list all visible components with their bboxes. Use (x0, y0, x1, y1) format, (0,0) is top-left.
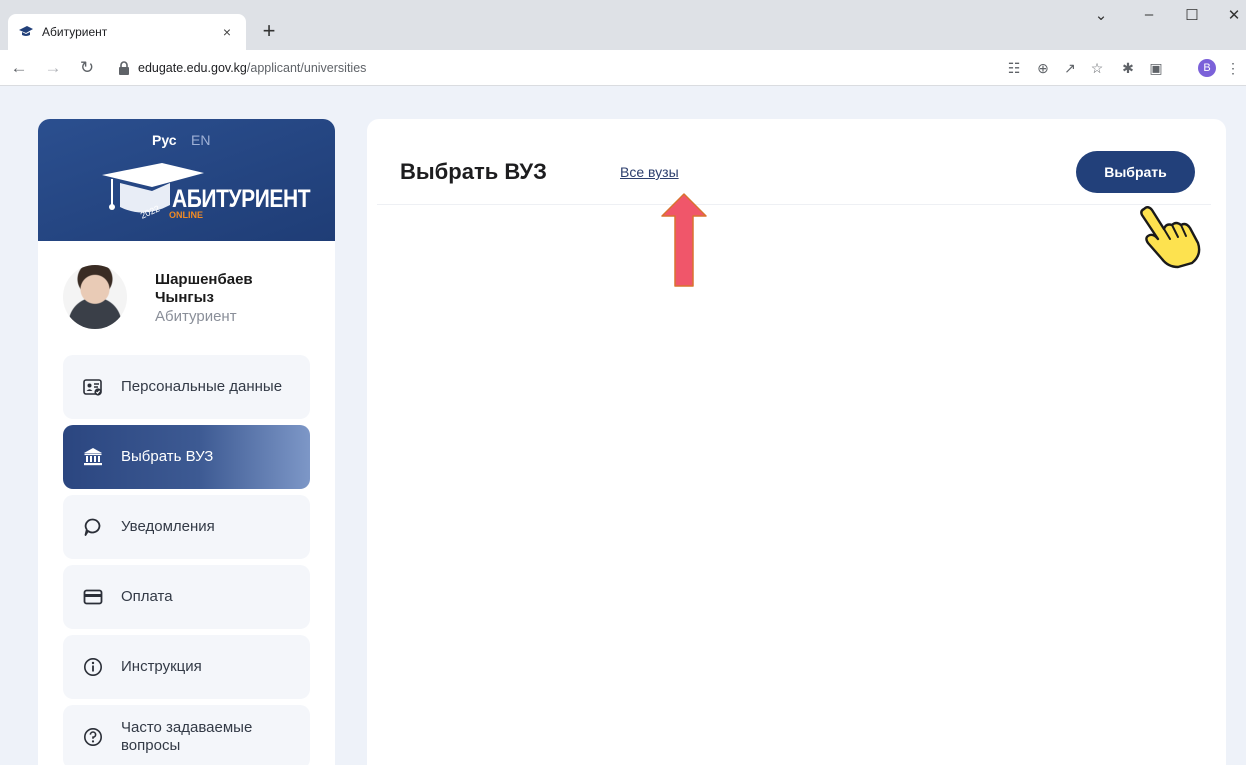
user-avatar (63, 265, 127, 329)
all-universities-link[interactable]: Все вузы (620, 164, 679, 180)
applicant-logo: АБИТУРИЕНТ ONLINE 2022 (100, 161, 311, 231)
graduation-cap-icon (18, 24, 34, 40)
sidebar-item-label: Часто задаваемые вопросы (121, 719, 253, 754)
hand-pointer-icon (1140, 206, 1201, 269)
tab-close-icon[interactable]: × (218, 24, 236, 40)
select-button[interactable]: Выбрать (1076, 151, 1195, 193)
sidebar-item-label: Инструкция (121, 658, 202, 675)
sidebar-item-notifications[interactable]: Уведомления (63, 495, 310, 559)
main-panel: Выбрать ВУЗ Все вузы Выбрать (367, 119, 1226, 765)
sidebar-body: Шаршенбаев Чынгыз Абитуриент Персональны… (38, 241, 335, 765)
share-icon[interactable]: ↗ (1061, 59, 1079, 77)
sidebar-item-label: Уведомления (121, 518, 215, 535)
university-icon (84, 448, 102, 466)
profile-avatar[interactable]: B (1198, 59, 1216, 77)
maximize-icon[interactable]: ☐ (1181, 6, 1203, 24)
browser-toolbar: ← → ↻ edugate.edu.gov.kg/applicant/unive… (0, 50, 1246, 86)
lock-icon (119, 61, 129, 75)
up-arrow-annotation-icon (661, 193, 707, 287)
minimize-icon[interactable]: – (1138, 6, 1160, 23)
back-icon[interactable]: ← (8, 57, 30, 79)
sidebar: Рус EN АБИТУРИЕНТ ONLINE 2022 Шаршенбаев… (38, 119, 335, 765)
lang-ru-toggle[interactable]: Рус (152, 132, 177, 148)
id-card-icon (83, 379, 102, 396)
chat-bubble-icon (84, 518, 101, 536)
address-bar[interactable]: edugate.edu.gov.kg/applicant/universitie… (112, 55, 1042, 81)
info-icon (84, 658, 102, 676)
translate-icon[interactable]: ☷ (1005, 59, 1023, 77)
side-panel-icon[interactable]: ▣ (1147, 59, 1165, 77)
sidebar-item-payment[interactable]: Оплата (63, 565, 310, 629)
tab-title: Абитуриент (42, 25, 108, 39)
zoom-icon[interactable]: ⊕ (1034, 59, 1052, 77)
sidebar-item-faq[interactable]: Часто задаваемые вопросы (63, 705, 310, 765)
sidebar-item-label: Оплата (121, 588, 173, 605)
user-name: Шаршенбаев Чынгыз (155, 271, 253, 306)
sidebar-item-choose-university[interactable]: Выбрать ВУЗ (63, 425, 310, 489)
sidebar-item-instructions[interactable]: Инструкция (63, 635, 310, 699)
sidebar-item-label: Персональные данные (121, 378, 283, 395)
help-icon (84, 728, 102, 746)
browser-tab[interactable]: Абитуриент × (8, 14, 246, 50)
credit-card-icon (83, 589, 103, 605)
user-role: Абитуриент (155, 308, 237, 325)
close-window-icon[interactable]: ✕ (1223, 6, 1245, 24)
sidebar-item-personal-data[interactable]: Персональные данные (63, 355, 310, 419)
extensions-icon[interactable]: ✱ (1119, 59, 1137, 77)
menu-kebab-icon[interactable]: ⋮ (1224, 59, 1242, 77)
browser-tabstrip: Абитуриент × + ⌄ – ☐ ✕ (0, 0, 1246, 50)
forward-icon[interactable]: → (42, 57, 64, 79)
reload-icon[interactable]: ↻ (76, 57, 98, 79)
sidebar-item-label: Выбрать ВУЗ (121, 448, 214, 465)
lang-en-toggle[interactable]: EN (191, 132, 210, 148)
url-host: edugate.edu.gov.kg (138, 61, 247, 75)
bookmark-star-icon[interactable]: ☆ (1088, 59, 1106, 77)
url-path: /applicant/universities (246, 61, 367, 75)
logo-online: ONLINE (169, 210, 204, 220)
url-text: edugate.edu.gov.kg/applicant/universitie… (138, 61, 366, 75)
sidebar-header: Рус EN АБИТУРИЕНТ ONLINE 2022 (38, 119, 335, 241)
new-tab-button[interactable]: + (258, 19, 280, 43)
page-title: Выбрать ВУЗ (400, 159, 547, 184)
header-divider (377, 204, 1211, 205)
tab-search-icon[interactable]: ⌄ (1090, 6, 1112, 24)
